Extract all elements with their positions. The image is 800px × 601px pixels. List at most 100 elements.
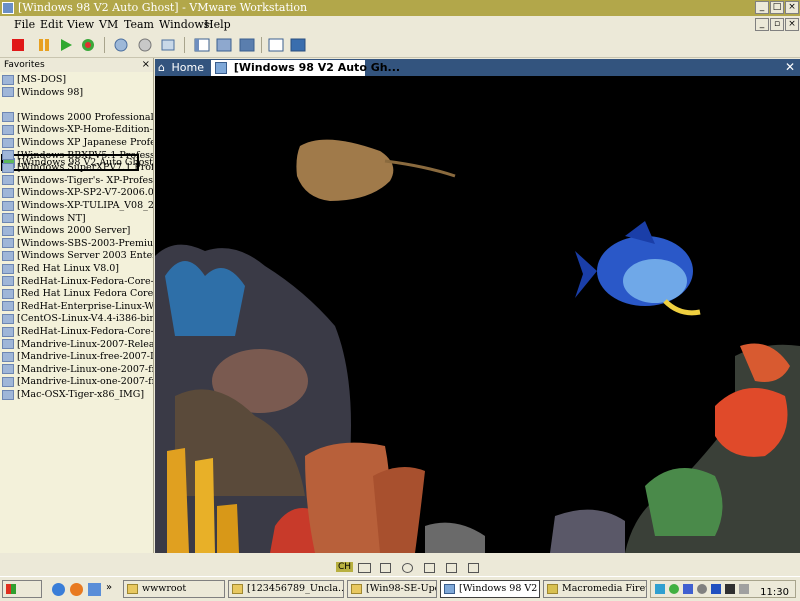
system-tray: 11:30 [650,580,796,598]
tray-icon[interactable] [655,584,665,594]
tab-home[interactable]: ⌂ Home [158,60,206,76]
sidebar-item-vm[interactable]: [Windows SuperXPV7.1 Professiona [2,162,153,174]
sidebar-item-vm[interactable]: [RedHat-Linux-Fedora-Core-5-i386 [2,326,153,338]
power-off-icon[interactable] [12,39,24,51]
start-button[interactable] [2,580,42,598]
sidebar-item-label: [Windows-XP-TULIPA_V08_2006. [17,200,154,211]
menu-help[interactable]: Help [204,18,231,31]
taskbar-item-vmware[interactable]: [Windows 98 V2 A... [440,580,540,598]
menu-windows[interactable]: Windows [159,18,209,31]
clock[interactable]: 11:30 [760,587,789,598]
reset-icon[interactable] [80,37,96,53]
input-method-indicator[interactable]: CH [336,562,354,572]
taskbar-item-macromedia-fireworks[interactable]: Macromedia Firewo... [543,580,647,598]
snapshot-icon[interactable] [113,37,129,53]
tray-icon[interactable] [711,584,721,594]
fireworks-icon [547,584,558,594]
tray-icon[interactable] [725,584,735,594]
tray-icon[interactable] [669,584,679,594]
vm-console-screen[interactable] [155,76,800,553]
menu-view[interactable]: View [67,18,94,31]
snapshot-manager-icon[interactable] [160,37,176,53]
sidebar-item-vm[interactable]: [Windows 2000 Professional] [2,112,153,124]
sidebar-item-vm[interactable]: [Windows-XP-SP2-V7-2006.07.14_ [2,187,153,199]
sound-icon[interactable] [446,563,457,573]
sidebar-item-vm[interactable]: [Windows-XP-Home-Edition-LEO] [2,124,153,136]
sponge-coral-image [305,442,485,553]
suspend-icon[interactable] [36,37,52,53]
sidebar-item-vm[interactable]: [Windows 2000 Server] [2,225,153,237]
tray-icon[interactable] [697,584,707,594]
taskbar-item-wwwroot[interactable]: wwwroot [123,580,225,598]
sidebar-item-vm[interactable]: [Windows NT] [2,213,153,225]
vm-icon [2,364,14,375]
menu-bar: File Edit View VM Team Windows Help _ ▫ … [0,16,800,33]
vm-icon [2,162,14,173]
sidebar-item-vm[interactable]: [CentOS-Linux-V4.4-i386-bin1-4] [2,313,153,325]
summary-view-icon[interactable] [268,37,284,53]
sidebar-item-vm[interactable]: [RedHat-Linux-Fedora-Core-2] [2,276,153,288]
sidebar-item-vm[interactable]: [MS-DOS] [2,74,153,86]
title-bar[interactable]: [Windows 98 V2 Auto Ghost] - VMware Work… [0,0,800,16]
vm-icon [2,225,14,236]
sidebar-item-vm[interactable]: [Red Hat Linux Fedora Core 4] [2,288,153,300]
tray-icon[interactable] [683,584,693,594]
sidebar-item-vm[interactable]: [RedHat-Enterprise-Linux-WS-V4.0 [2,301,153,313]
network-icon[interactable] [380,563,391,573]
vm-icon [2,389,14,400]
sidebar-item-vm[interactable]: [Windows Server 2003 Enterprise E [2,250,153,262]
menu-file[interactable]: File [14,18,35,31]
sidebar-item-vm[interactable]: [Mandrive-Linux-free-2007-DVD] [2,351,153,363]
toolbar-separator [104,37,105,53]
sidebar-item-vm[interactable]: [Mac-OSX-Tiger-x86_IMG] [2,389,153,401]
tab-bar: ⌂ Home [Windows 98 V2 Auto Gh... ✕ [155,59,800,76]
full-screen-icon[interactable] [239,37,255,53]
minimize-button[interactable]: _ [755,1,769,14]
sidebar-item-label: [Windows 2000 Server] [17,225,131,237]
vm-icon [2,238,14,249]
quicklaunch-more-icon[interactable]: » [106,582,112,593]
sidebar-item-vm[interactable]: [Red Hat Linux V8.0] [2,263,153,275]
sidebar-item-vm[interactable]: [Windows-XP-TULIPA_V08_2006. [2,200,154,212]
console-view-icon[interactable] [290,37,306,53]
maximize-button[interactable]: □ [770,1,784,14]
keyboard-icon[interactable] [358,563,371,573]
tab-vm-windows-98[interactable]: [Windows 98 V2 Auto Gh... [211,60,400,76]
sidebar-item-vm[interactable]: [Windows BBXPV5.1 Professional] [2,150,153,162]
taskbar-item-win98-se-update[interactable]: [Win98-SE-Update-... [347,580,437,598]
sidebar-item-label: [Windows SuperXPV7.1 Professiona [17,162,153,174]
sidebar-item-vm[interactable]: [Windows 98] [2,87,153,99]
menu-team[interactable]: Team [124,18,154,31]
vm-minimize-button[interactable]: _ [755,18,769,31]
vm-icon [2,263,14,274]
taskbar-item-folder-123456789[interactable]: [123456789_Uncla... [228,580,344,598]
vmware-icon [444,584,455,594]
sidebar-item-label: [Mandrive-Linux-one-2007-free-KD [17,376,153,388]
sidebar-item-vm[interactable]: [Mandrive-Linux-one-2007-free-Gn [2,364,153,376]
ie-quicklaunch-icon[interactable] [52,583,65,596]
cdrom-icon[interactable] [402,563,413,573]
window-title: [Windows 98 V2 Auto Ghost] - VMware Work… [18,1,308,14]
quick-switch-icon[interactable] [216,37,232,53]
floppy-icon[interactable] [468,563,479,573]
sidebar-item-vm[interactable]: [Windows-Tiger's- XP-Professional- [2,175,153,187]
sidebar-item-vm[interactable]: [Mandrive-Linux-2007-Release-Eng [2,339,153,351]
tray-icon[interactable] [739,584,749,594]
usb-icon[interactable] [424,563,435,573]
sidebar-item-vm[interactable]: [Mandrive-Linux-one-2007-free-KD [2,376,153,388]
sidebar-item-vm[interactable]: [Windows XP Japanese Professional [2,137,153,149]
close-tab-icon[interactable]: ✕ [785,59,795,76]
vm-restore-button[interactable]: ▫ [770,18,784,31]
sidebar-close-icon[interactable]: × [142,58,150,72]
close-button[interactable]: × [785,1,799,14]
power-on-icon[interactable] [58,37,74,53]
vm-icon [2,124,14,135]
show-sidebar-icon[interactable] [194,37,210,53]
revert-snapshot-icon[interactable] [137,37,153,53]
menu-vm[interactable]: VM [99,18,118,31]
firefox-quicklaunch-icon[interactable] [70,583,83,596]
vm-close-button[interactable]: × [785,18,799,31]
menu-edit[interactable]: Edit [40,18,63,31]
sidebar-item-vm[interactable]: [Windows-SBS-2003-Premium] [2,238,153,250]
desktop-quicklaunch-icon[interactable] [88,583,101,596]
